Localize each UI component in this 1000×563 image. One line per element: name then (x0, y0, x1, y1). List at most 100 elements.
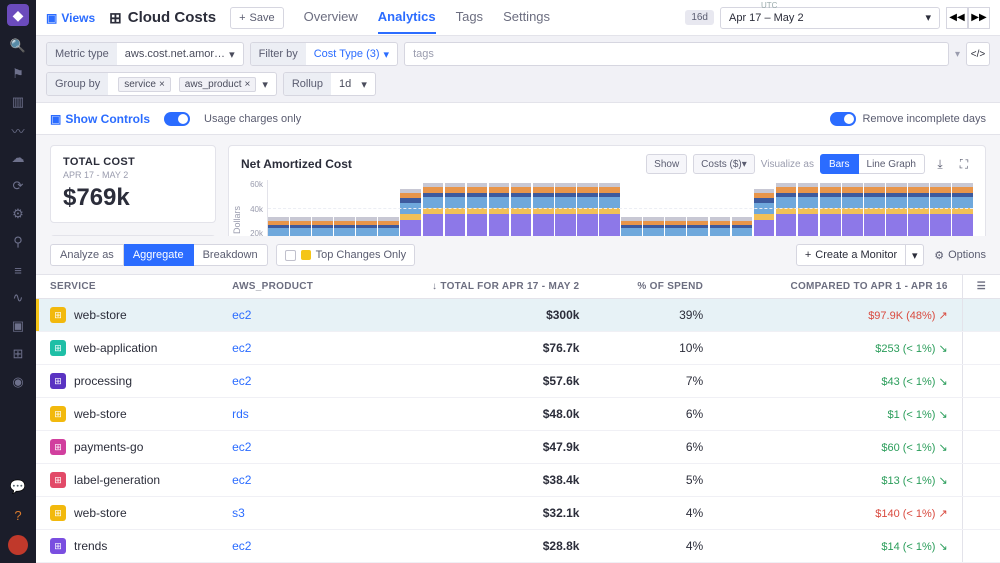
time-range-selector[interactable]: UTC Apr 17 – May 2▾ (720, 7, 940, 29)
table-row[interactable]: ⊞processingec2$57.6k7%$43 (< 1%) ↘ (36, 365, 1000, 398)
product-link[interactable]: ec2 (232, 374, 251, 388)
aggregate-button[interactable]: Aggregate (124, 244, 194, 266)
total-cell: $76.7k (362, 332, 593, 365)
network-icon[interactable]: ∿ (10, 290, 26, 306)
viz-line[interactable]: Line Graph (859, 154, 925, 174)
filter-bar: Metric type aws.cost.net.amor… ▾ Filter … (36, 36, 1000, 103)
usage-charges-toggle[interactable] (164, 112, 190, 126)
table-row[interactable]: ⊞web-storerds$48.0k6%$1 (< 1%) ↘ (36, 398, 1000, 431)
pct-cell: 6% (593, 431, 717, 464)
col-compared[interactable]: COMPARED TO APR 1 - APR 16 (717, 275, 962, 299)
create-monitor-button[interactable]: + Create a Monitor ▾ (796, 244, 924, 266)
compared-cell: $140 (< 1%) ↗ (875, 507, 948, 520)
options-button[interactable]: ⚙ Options (934, 249, 986, 262)
table-row[interactable]: ⊞label-generationec2$38.4k5%$13 (< 1%) ↘ (36, 464, 1000, 497)
left-nav-rail: ◆ 🔍 ⚑ ▥ 〰 ☁ ⟳ ⚙ ⚲ ≡ ∿ ▣ ⊞ ◉ 💬 ? (0, 0, 36, 563)
metric-selector[interactable]: Metric type aws.cost.net.amor… ▾ (46, 42, 244, 66)
compared-cell: $43 (< 1%) ↘ (881, 375, 947, 388)
groupby-tag-product[interactable]: aws_product × (179, 77, 257, 92)
service-icon: ⊞ (50, 406, 66, 422)
total-cell: $300k (362, 299, 593, 332)
pct-cell: 10% (593, 332, 717, 365)
tab-analytics[interactable]: Analytics (378, 1, 436, 34)
search-icon[interactable]: 🔍 (10, 38, 26, 54)
col-filter-icon[interactable]: ☰ (962, 275, 1000, 299)
service-icon: ⊞ (50, 340, 66, 356)
total-cell: $28.8k (362, 530, 593, 563)
tags-input[interactable]: tags (404, 42, 949, 66)
pct-cell: 4% (593, 497, 717, 530)
chart-plot[interactable] (267, 180, 973, 236)
table-row[interactable]: ⊞payments-goec2$47.9k6%$60 (< 1%) ↘ (36, 431, 1000, 464)
show-controls-link[interactable]: ▣ Show Controls (50, 112, 150, 126)
save-button[interactable]: + Save (230, 7, 284, 29)
user-avatar[interactable] (8, 535, 28, 555)
logs-icon[interactable]: ≡ (10, 262, 26, 278)
show-button[interactable]: Show (646, 154, 687, 174)
service-name: web-store (74, 308, 127, 322)
product-link[interactable]: ec2 (232, 341, 251, 355)
groupby-tag-service[interactable]: service × (118, 77, 171, 92)
rollup-selector[interactable]: Rollup 1d ▾ (283, 72, 376, 96)
filter-selector[interactable]: Filter by Cost Type (3) ▾ (250, 42, 398, 66)
cloud-icon[interactable]: ☁ (10, 150, 26, 166)
product-link[interactable]: ec2 (232, 473, 251, 487)
chart-card: Net Amortized Cost Show Costs ($) Visual… (228, 145, 986, 236)
table-row[interactable]: ⊞web-storeec2$300k39%$97.9K (48%) ↗ (36, 299, 1000, 332)
export-icon[interactable]: ⤓ (931, 155, 949, 173)
total-cell: $48.0k (362, 398, 593, 431)
fullscreen-icon[interactable]: ⛶ (955, 155, 973, 173)
chat-icon[interactable]: 💬 (10, 479, 26, 495)
control-bar: ▣ Show Controls Usage charges only Remov… (36, 103, 1000, 135)
product-link[interactable]: ec2 (232, 440, 251, 454)
docs-icon[interactable]: ◉ (10, 374, 26, 390)
table-row[interactable]: ⊞web-stores3$32.1k4%$140 (< 1%) ↗ (36, 497, 1000, 530)
ci-icon[interactable]: ⟳ (10, 178, 26, 194)
infra-icon[interactable]: ⚲ (10, 234, 26, 250)
product-link[interactable]: ec2 (232, 308, 251, 322)
breakdown-button[interactable]: Breakdown (194, 244, 268, 266)
tab-settings[interactable]: Settings (503, 1, 550, 34)
total-cost-card: TOTAL COST APR 17 - MAY 2 $769k (50, 145, 216, 223)
security-icon[interactable]: ⚙ (10, 206, 26, 222)
col-spend[interactable]: % OF SPEND (593, 275, 717, 299)
service-icon: ⊞ (50, 505, 66, 521)
code-toggle[interactable]: </> (966, 42, 990, 66)
table-row[interactable]: ⊞web-applicationec2$76.7k10%$253 (< 1%) … (36, 332, 1000, 365)
table-toolbar: Analyze as Aggregate Breakdown Top Chang… (36, 236, 1000, 274)
pct-cell: 5% (593, 464, 717, 497)
more-icon[interactable]: ⊞ (10, 346, 26, 362)
viz-bars[interactable]: Bars (820, 154, 859, 174)
apm-icon[interactable]: ▥ (10, 94, 26, 110)
logo-icon[interactable]: ◆ (7, 4, 29, 26)
tab-tags[interactable]: Tags (456, 1, 483, 34)
product-link[interactable]: ec2 (232, 539, 251, 553)
remove-incomplete-label: Remove incomplete days (862, 113, 986, 125)
views-link[interactable]: ▣ Views (46, 11, 95, 25)
total-cell: $32.1k (362, 497, 593, 530)
help-icon[interactable]: ? (10, 507, 26, 523)
compared-cell: $1 (< 1%) ↘ (887, 408, 947, 421)
product-link[interactable]: s3 (232, 506, 245, 520)
remove-incomplete-toggle[interactable] (830, 112, 856, 126)
col-total[interactable]: ↓ TOTAL FOR APR 17 - MAY 2 (362, 275, 593, 299)
tabs: Overview Analytics Tags Settings (304, 1, 550, 34)
product-link[interactable]: rds (232, 407, 249, 421)
utc-label: UTC (761, 1, 777, 10)
time-prev-button[interactable]: ◀◀ (946, 7, 968, 29)
monitor-icon[interactable]: ⚑ (10, 66, 26, 82)
metrics-icon[interactable]: 〰 (10, 122, 26, 138)
y-axis: 60k40k20k0 (241, 180, 263, 236)
rum-icon[interactable]: ▣ (10, 318, 26, 334)
time-next-button[interactable]: ▶▶ (968, 7, 990, 29)
service-icon: ⊞ (50, 472, 66, 488)
col-product[interactable]: AWS_PRODUCT (218, 275, 362, 299)
groupby-selector[interactable]: Group by service × aws_product × ▾ (46, 72, 277, 96)
tab-overview[interactable]: Overview (304, 1, 358, 34)
top-changes-toggle[interactable]: Top Changes Only (276, 244, 416, 266)
table-row[interactable]: ⊞trendsec2$28.8k4%$14 (< 1%) ↘ (36, 530, 1000, 563)
col-service[interactable]: SERVICE (36, 275, 218, 299)
service-name: payments-go (74, 440, 143, 454)
total-cell: $38.4k (362, 464, 593, 497)
costs-dropdown[interactable]: Costs ($) (693, 154, 755, 174)
